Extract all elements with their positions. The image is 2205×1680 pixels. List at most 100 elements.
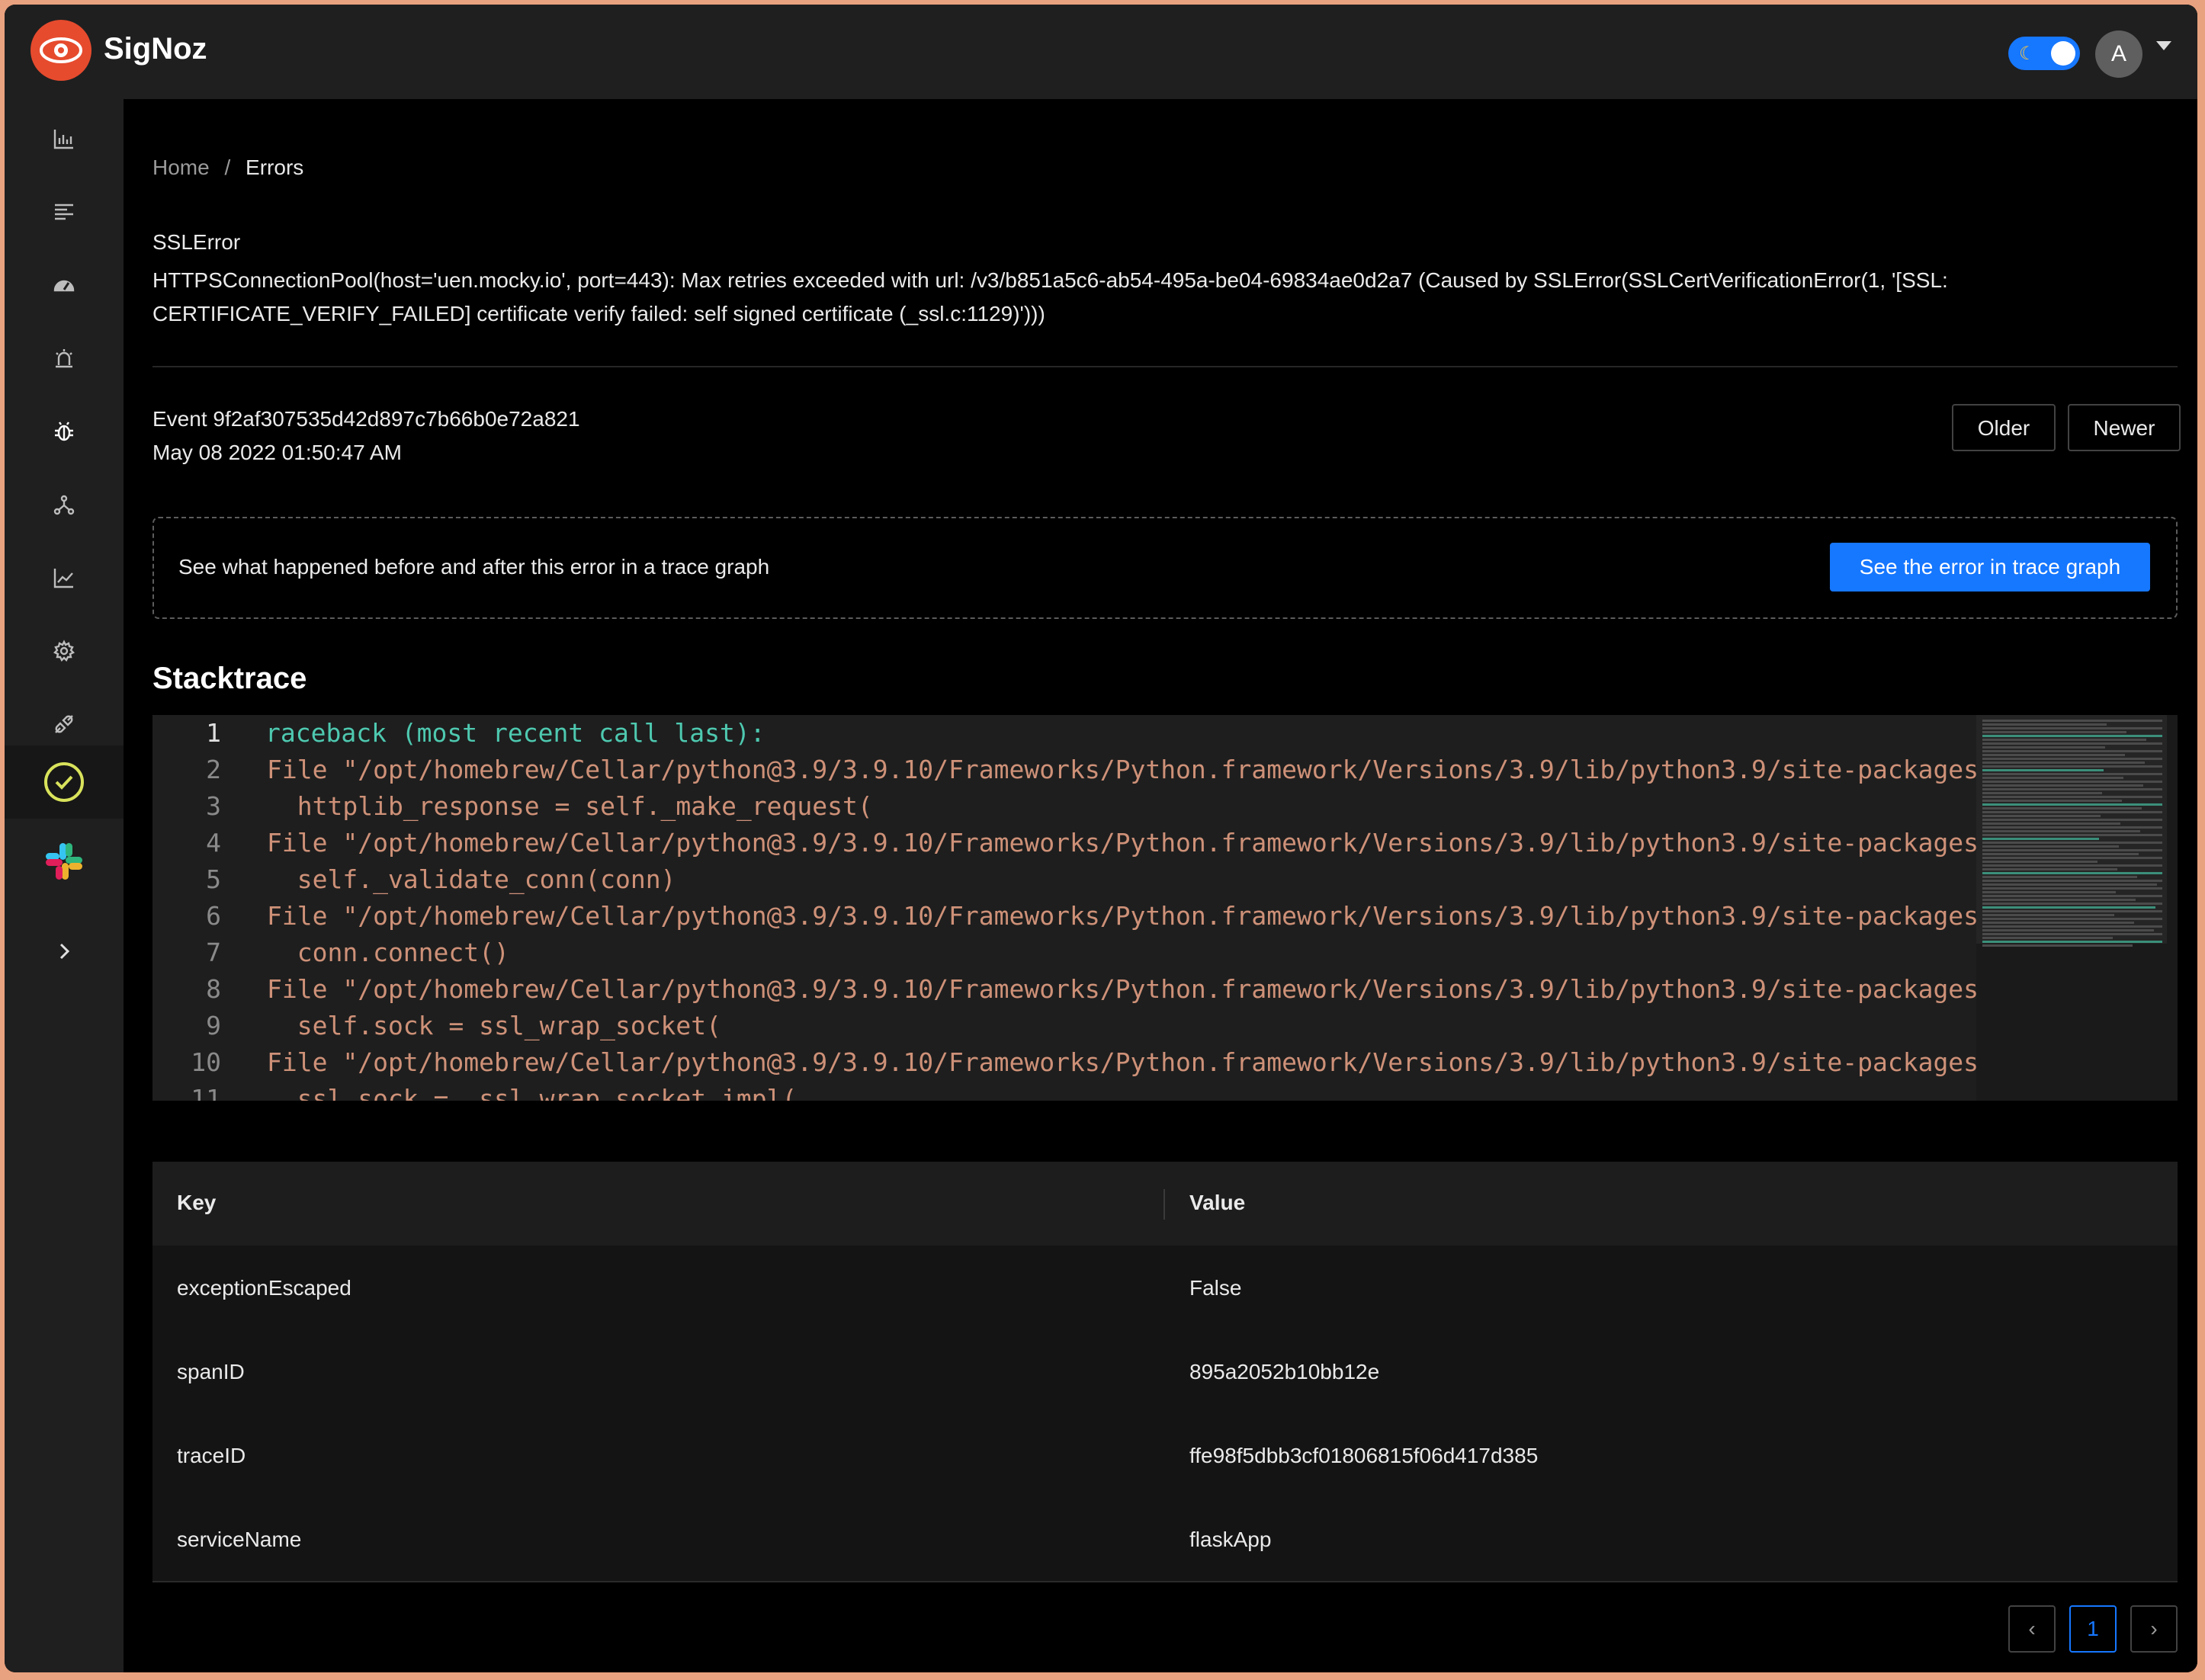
slack-icon bbox=[46, 843, 82, 880]
code-line[interactable]: 4 File "/opt/homebrew/Cellar/python@3.9/3… bbox=[152, 828, 2009, 864]
minimap-line bbox=[1982, 922, 2134, 924]
pagination-page-1[interactable]: 1 bbox=[2069, 1605, 2117, 1653]
code-line[interactable]: 11 ssl_sock = _ssl_wrap_socket_impl( bbox=[152, 1084, 1982, 1101]
event-timestamp: May 08 2022 01:50:47 AM bbox=[152, 441, 402, 464]
check-circle-icon bbox=[44, 762, 84, 802]
code-minimap[interactable] bbox=[1976, 715, 2178, 1101]
minimap-line bbox=[1982, 895, 2162, 897]
sidebar-item-instrumentation[interactable] bbox=[41, 701, 87, 747]
line-number: 10 bbox=[191, 1047, 221, 1077]
minimap-line bbox=[1982, 918, 2162, 920]
align-left-icon bbox=[55, 204, 73, 220]
sidebar-item-slack[interactable] bbox=[41, 838, 87, 884]
minimap-line bbox=[1982, 925, 2162, 928]
code-text: File "/opt/homebrew/Cellar/python@3.9/3.… bbox=[267, 1047, 2009, 1077]
code-line[interactable]: 10 File "/opt/homebrew/Cellar/python@3.9/… bbox=[152, 1047, 2009, 1084]
minimap-line bbox=[1982, 819, 2162, 821]
minimap-line bbox=[1982, 853, 2139, 855]
minimap-line bbox=[1982, 720, 2162, 722]
code-text: self._validate_conn(conn) bbox=[267, 864, 676, 894]
minimap-line bbox=[1982, 727, 2162, 729]
trace-prompt-text: See what happened before and after this … bbox=[178, 555, 770, 579]
theme-toggle[interactable]: ☾ bbox=[2008, 37, 2080, 70]
sidebar-item-usage[interactable] bbox=[41, 555, 87, 601]
divider bbox=[152, 366, 2178, 367]
newer-button[interactable]: Newer bbox=[2068, 404, 2181, 451]
code-line[interactable]: 1 raceback (most recent call last): bbox=[152, 718, 1982, 755]
minimap-line bbox=[1982, 815, 2101, 817]
code-text: raceback (most recent call last): bbox=[265, 718, 765, 748]
code-text: self.sock = ssl_wrap_socket( bbox=[267, 1011, 722, 1040]
minimap-line bbox=[1982, 910, 2162, 912]
sidebar-item-traces[interactable] bbox=[41, 189, 87, 235]
app-window: SigNoz ☾ A Home / Errors SSLError HTTPSC… bbox=[5, 5, 2197, 1672]
line-number: 2 bbox=[206, 755, 221, 784]
code-line[interactable]: 3 httplib_response = self._make_request( bbox=[152, 791, 1982, 828]
minimap-line bbox=[1982, 750, 2162, 752]
signoz-logo-icon[interactable] bbox=[30, 20, 91, 81]
event-id: Event 9f2af307535d42d897c7b66b0e72a821 bbox=[152, 407, 580, 431]
line-number: 8 bbox=[206, 974, 221, 1004]
minimap-line bbox=[1982, 933, 2162, 935]
minimap-line bbox=[1982, 944, 2133, 947]
minimap-line bbox=[1982, 792, 2102, 794]
code-line[interactable]: 7 conn.connect() bbox=[152, 938, 1982, 974]
column-separator bbox=[1163, 1189, 1165, 1220]
breadcrumb-home[interactable]: Home bbox=[152, 155, 210, 179]
sidebar-item-settings[interactable] bbox=[41, 628, 87, 674]
pagination-prev[interactable]: ‹ bbox=[2008, 1605, 2056, 1653]
code-line[interactable]: 5 self._validate_conn(conn) bbox=[152, 864, 1982, 901]
sidebar-item-version[interactable] bbox=[41, 759, 87, 805]
minimap-line bbox=[1982, 914, 2114, 916]
stacktrace-title: Stacktrace bbox=[152, 662, 307, 695]
older-button[interactable]: Older bbox=[1952, 404, 2056, 451]
sidebar-collapse[interactable] bbox=[41, 928, 87, 974]
sidebar-item-dashboards[interactable] bbox=[41, 262, 87, 308]
minimap-line bbox=[1982, 906, 2155, 909]
main-content: Home / Errors SSLError HTTPSConnectionPo… bbox=[124, 99, 2197, 1672]
minimap-line bbox=[1982, 781, 2162, 783]
avatar[interactable]: A bbox=[2095, 30, 2142, 78]
minimap-line bbox=[1982, 834, 2162, 836]
row-value: False bbox=[1189, 1276, 1242, 1300]
line-chart-icon bbox=[53, 569, 73, 588]
minimap-line bbox=[1982, 830, 2140, 832]
minimap-line bbox=[1982, 887, 2162, 890]
chevron-down-icon[interactable] bbox=[2156, 41, 2171, 50]
sidebar-item-exceptions[interactable] bbox=[41, 409, 87, 454]
sidebar-item-service-map[interactable] bbox=[41, 482, 87, 527]
minimap-viewport[interactable] bbox=[1976, 715, 2167, 944]
minimap-line bbox=[1982, 754, 2125, 756]
table-row: traceID ffe98f5dbb3cf01806815f06d417d385 bbox=[152, 1413, 2178, 1499]
minimap-line bbox=[1982, 811, 2162, 813]
code-line[interactable]: 8 File "/opt/homebrew/Cellar/python@3.9/3… bbox=[152, 974, 2009, 1011]
gear-icon bbox=[53, 640, 75, 662]
bug-icon bbox=[55, 422, 73, 441]
table-row: exceptionEscaped False bbox=[152, 1246, 2178, 1331]
minimap-line bbox=[1982, 868, 2117, 870]
pagination-next[interactable]: › bbox=[2130, 1605, 2178, 1653]
minimap-line bbox=[1982, 735, 2162, 737]
code-line[interactable]: 6 File "/opt/homebrew/Cellar/python@3.9/3… bbox=[152, 901, 2009, 938]
code-text: conn.connect() bbox=[267, 938, 509, 967]
sidebar-item-services[interactable] bbox=[41, 116, 87, 162]
minimap-line bbox=[1982, 731, 2126, 733]
error-message: HTTPSConnectionPool(host='uen.mocky.io',… bbox=[152, 268, 1948, 325]
deployment-unit-icon bbox=[53, 495, 75, 515]
code-line[interactable]: 2 File "/opt/homebrew/Cellar/python@3.9/3… bbox=[152, 755, 2009, 791]
code-line[interactable]: 9 self.sock = ssl_wrap_socket( bbox=[152, 1011, 1982, 1047]
minimap-line bbox=[1982, 861, 2097, 863]
minimap-line bbox=[1982, 807, 2142, 810]
see-error-in-trace-graph-button[interactable]: See the error in trace graph bbox=[1830, 543, 2150, 592]
top-header: SigNoz ☾ A bbox=[5, 5, 2197, 99]
sidebar-item-alerts[interactable] bbox=[41, 335, 87, 381]
stacktrace-editor[interactable]: 1 raceback (most recent call last): 2 File … bbox=[152, 715, 2178, 1101]
code-text: httplib_response = self._make_request( bbox=[267, 791, 873, 821]
minimap-line bbox=[1982, 857, 2162, 859]
moon-icon: ☾ bbox=[2019, 43, 2036, 64]
line-number: 1 bbox=[206, 718, 221, 748]
minimap-line bbox=[1982, 849, 2162, 851]
line-number: 9 bbox=[206, 1011, 221, 1040]
row-key: serviceName bbox=[177, 1528, 302, 1551]
minimap-line bbox=[1982, 941, 2162, 943]
